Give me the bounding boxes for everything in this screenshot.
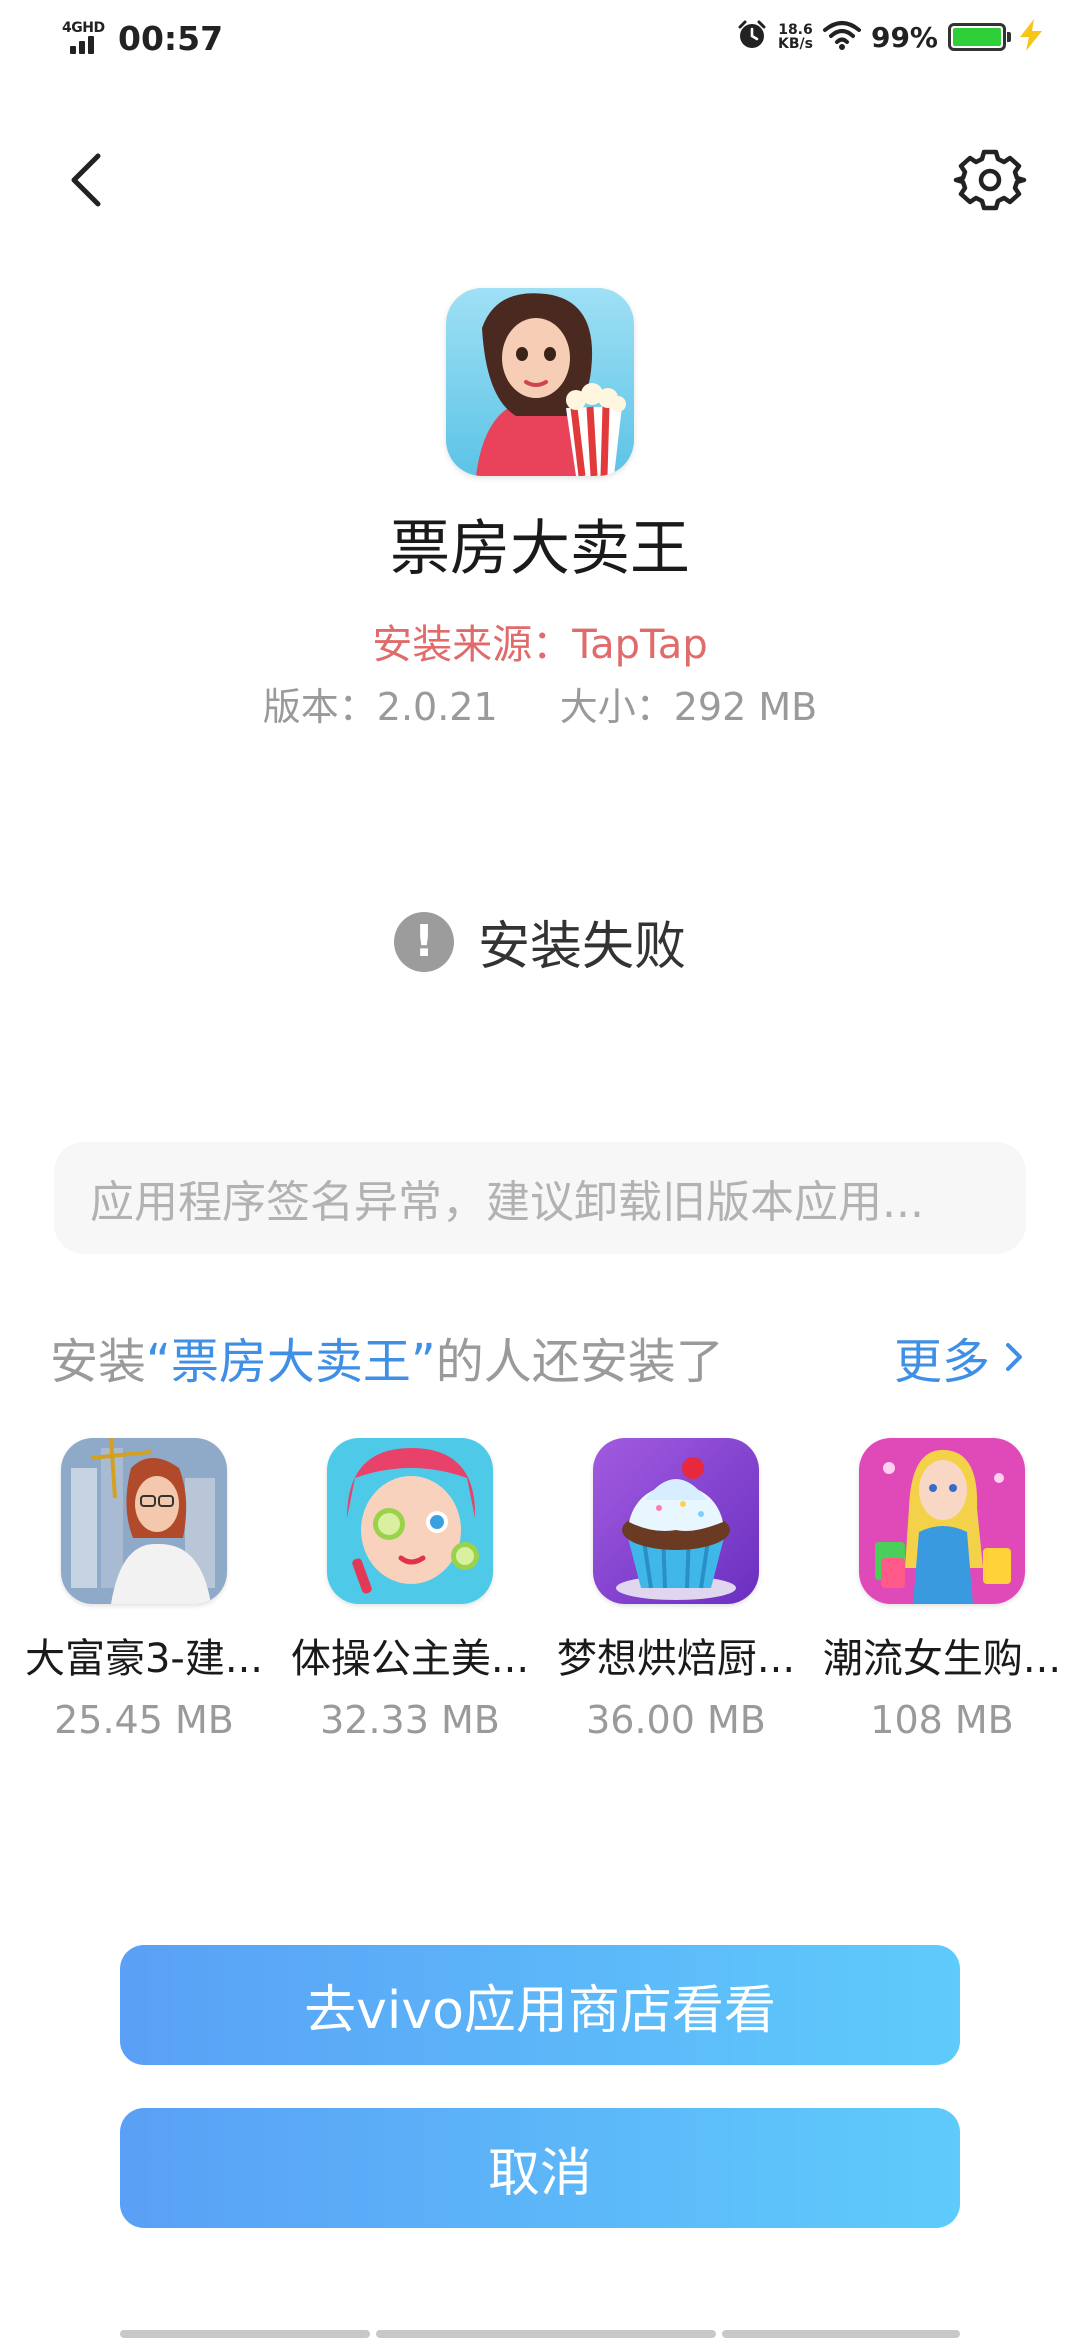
install-status: ! 安装失败 — [0, 904, 1080, 979]
exclamation-icon: ! — [393, 911, 454, 972]
battery-level-fill — [953, 28, 1001, 46]
network-speed-value: 18.6 — [778, 22, 813, 38]
recommendations-header: 安装“票房大卖王”的人还安装了 更多 — [50, 1322, 1030, 1392]
status-bar: 4GHD 00:57 18.6 KB/s 99% — [0, 0, 1080, 80]
network-speed-unit: KB/s — [778, 36, 813, 52]
status-right: 18.6 KB/s 99% — [736, 18, 1046, 56]
version-size-row: 版本：2.0.21 大小：292 MB — [0, 676, 1080, 731]
alarm-icon — [736, 19, 768, 55]
recommendations-title-prefix: 安装 — [50, 1334, 147, 1390]
app-icon — [446, 288, 634, 476]
signal-bars — [70, 36, 94, 54]
more-link[interactable]: 更多 — [894, 1322, 1030, 1392]
charging-bolt-icon — [1016, 18, 1046, 56]
gesture-nav-bar — [120, 2330, 960, 2338]
recommended-app-1-name: 大富豪3-建... — [24, 1636, 264, 1682]
recommended-app-1[interactable]: 大富豪3-建... 25.45 MB — [24, 1438, 264, 1742]
network-type: 4GHD — [62, 20, 105, 36]
chevron-left-icon — [71, 153, 101, 207]
install-status-text: 安装失败 — [477, 917, 686, 977]
settings-button[interactable] — [950, 140, 1030, 220]
app-size: 大小：292 MB — [559, 685, 818, 729]
recommended-app-2[interactable]: 体操公主美... 32.33 MB — [290, 1438, 530, 1742]
recommendations-title-app: “票房大卖王” — [146, 1334, 436, 1390]
recommended-app-2-name: 体操公主美... — [290, 1636, 530, 1682]
more-label: 更多 — [893, 1334, 990, 1390]
app-name: 票房大卖王 — [390, 514, 690, 584]
back-button[interactable] — [50, 140, 130, 220]
go-to-app-store-button[interactable]: 去vivo应用商店看看 — [120, 1945, 960, 2065]
recommended-app-2-icon — [327, 1438, 493, 1604]
battery-percent: 99% — [870, 20, 938, 54]
recommendations-title-suffix: 的人还安装了 — [435, 1334, 724, 1390]
error-message-box[interactable]: 应用程序签名异常，建议卸载旧版本应用... — [54, 1142, 1026, 1254]
recommendations-list: 大富豪3-建... 25.45 MB 体操公主美... 32.33 MB 梦想烘… — [0, 1438, 1080, 1778]
recommended-app-2-size: 32.33 MB — [320, 1698, 500, 1742]
wifi-icon — [822, 20, 861, 54]
network-speed: 18.6 KB/s — [778, 23, 813, 51]
status-time: 00:57 — [118, 18, 224, 58]
recommended-app-1-size: 25.45 MB — [54, 1698, 234, 1742]
install-source: 安装来源：TapTap — [372, 622, 708, 668]
recommended-app-3-size: 36.00 MB — [586, 1698, 766, 1742]
battery-icon — [948, 23, 1011, 51]
recommended-app-4-icon — [859, 1438, 1025, 1604]
recommendations-title: 安装“票房大卖王”的人还安装了 — [50, 1322, 724, 1392]
cancel-button[interactable]: 取消 — [120, 2108, 960, 2228]
recommended-app-4-name: 潮流女生购... — [822, 1636, 1062, 1682]
recommended-app-1-icon — [61, 1438, 227, 1604]
recommended-app-3[interactable]: 梦想烘焙厨... 36.00 MB — [556, 1438, 796, 1742]
recommended-app-3-icon — [593, 1438, 759, 1604]
status-left: 4GHD 00:57 — [62, 18, 223, 58]
gear-icon — [953, 149, 1027, 211]
chevron-right-icon — [1006, 1343, 1022, 1371]
app-version: 版本：2.0.21 — [262, 685, 498, 729]
recommended-app-3-name: 梦想烘焙厨... — [556, 1636, 796, 1682]
install-failed-screen: 4GHD 00:57 18.6 KB/s 99% 票房大卖王 安装来源：TapT… — [0, 0, 1080, 2340]
recommended-app-4[interactable]: 潮流女生购... 108 MB — [822, 1438, 1062, 1742]
recommended-app-4-size: 108 MB — [870, 1698, 1014, 1742]
cellular-signal-icon: 4GHD — [62, 18, 112, 58]
